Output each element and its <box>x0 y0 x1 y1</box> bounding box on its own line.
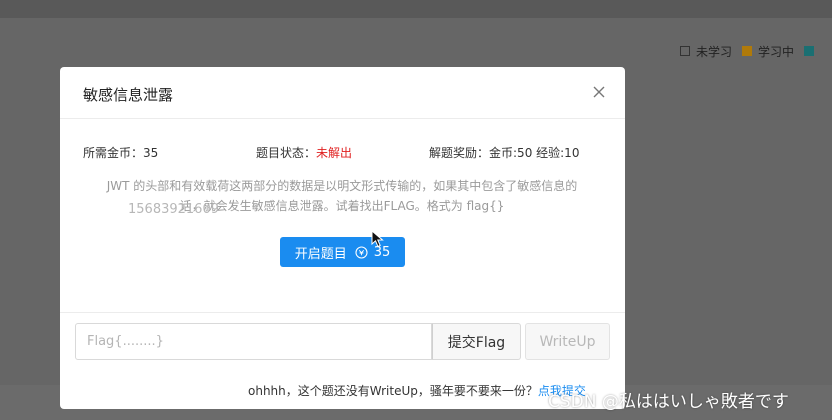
legend-label: 学习中 <box>758 44 795 59</box>
modal-title: 敏感信息泄露 <box>83 86 174 104</box>
start-button-label: 开启题目 <box>294 246 347 262</box>
progress-legend: 未学习 学习中 <box>680 42 830 60</box>
legend-item-learning: 学习中 <box>742 43 794 60</box>
coin-icon <box>355 245 368 259</box>
writeup-button[interactable]: WriteUp <box>525 323 610 360</box>
legend-swatch-icon <box>680 46 690 56</box>
flag-input[interactable] <box>75 323 432 360</box>
legend-swatch-icon <box>804 46 815 56</box>
legend-label: 未学习 <box>696 44 733 59</box>
status-label: 题目状态： <box>256 146 317 160</box>
cost-label: 所需金币： <box>83 146 144 160</box>
close-icon[interactable] <box>589 82 609 102</box>
cost-value: 35 <box>143 146 159 160</box>
challenge-modal: 敏感信息泄露 所需金币：35 题目状态：未解出 解题奖励：金币:50 经验:10… <box>60 67 625 409</box>
start-challenge-button[interactable]: 开启题目 35 <box>280 237 405 267</box>
reward-label: 解题奖励： <box>429 146 490 160</box>
mouse-cursor-icon <box>371 229 385 248</box>
writeup-note: ohhhh，这个题还没有WriteUp，骚年要不要来一份？点我提交 <box>248 382 586 399</box>
status-info: 题目状态：未解出 <box>256 144 352 161</box>
cost-info: 所需金币：35 <box>83 144 158 161</box>
legend-swatch-icon <box>742 46 753 56</box>
modal-divider <box>60 312 625 313</box>
csdn-watermark: CSDN @私ははいしゃ敗者です <box>548 392 789 412</box>
status-value: 未解出 <box>316 146 353 160</box>
writeup-note-text: ohhhh，这个题还没有WriteUp，骚年要不要来一份？ <box>248 384 538 398</box>
legend-item-not-learned: 未学习 <box>680 43 732 60</box>
reward-info: 解题奖励：金币:50 经验:10 <box>429 144 579 161</box>
user-watermark-number: 15683921609 <box>128 202 219 217</box>
legend-item-completed <box>804 46 820 56</box>
description-line: JWT 的头部和有效载荷这两部分的数据是以明文形式传输的，如果其中包含了敏感信息… <box>106 179 578 193</box>
reward-value: 金币:50 经验:10 <box>489 146 580 160</box>
background-top-band <box>0 0 832 18</box>
submit-flag-button[interactable]: 提交Flag <box>432 323 521 360</box>
modal-header: 敏感信息泄露 <box>60 67 625 119</box>
